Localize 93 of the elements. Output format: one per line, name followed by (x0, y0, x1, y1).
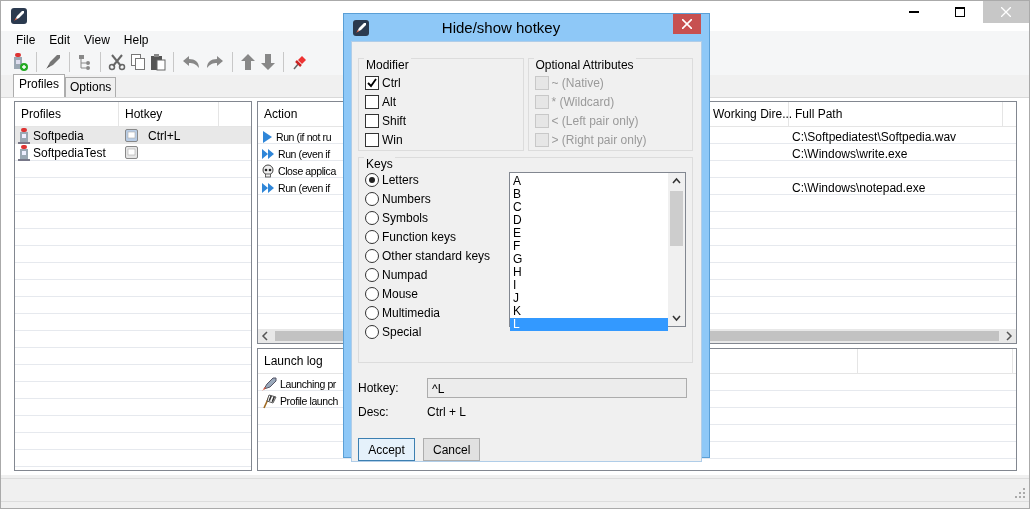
description-text: Ctrl + L (427, 405, 466, 419)
maximize-icon (955, 7, 965, 17)
radio-label[interactable]: Other standard keys (382, 248, 491, 263)
checkbox[interactable]: Alt (365, 92, 517, 111)
double-arrow-icon (261, 180, 275, 195)
minimize-icon (909, 11, 919, 13)
path-text: C:\Softpediatest\Softpedia.wav (792, 129, 957, 144)
radio-button[interactable] (365, 229, 379, 244)
close-icon (682, 19, 692, 29)
list-item[interactable]: I (510, 279, 668, 292)
field-label: Desc: (358, 405, 390, 419)
group-title: Optional Attributes (533, 58, 636, 72)
radio-button[interactable] (365, 191, 379, 206)
double-arrow-icon (261, 146, 275, 161)
profile-name: Softpedia (33, 128, 84, 143)
redo-arrow-icon[interactable] (205, 54, 225, 70)
undo-arrow-icon[interactable] (181, 54, 201, 70)
group-title: Keys (364, 157, 395, 171)
radio-button[interactable] (365, 248, 379, 263)
menu-item[interactable]: Edit (42, 33, 78, 47)
tab[interactable]: Profiles (13, 74, 65, 97)
action-text: Run (if not ru (276, 130, 332, 143)
hotkey-field[interactable]: ^L (427, 378, 687, 398)
radio-button[interactable] (365, 305, 379, 320)
tree-icon[interactable] (77, 53, 93, 71)
action-text: Close applica (278, 164, 336, 177)
skull-icon (261, 163, 275, 178)
tab[interactable]: Options (65, 77, 117, 97)
list-item[interactable]: D (510, 214, 668, 227)
checkbox[interactable]: Win (365, 130, 517, 149)
dialog-button[interactable]: Accept (358, 438, 415, 461)
checkbox[interactable]: Shift (365, 111, 517, 130)
checkered-flag-icon (261, 392, 277, 409)
list-item[interactable]: C (510, 201, 668, 214)
dialog-title: Hide/show hotkey (440, 19, 562, 36)
list-item[interactable]: B (510, 188, 668, 201)
tower-icon (18, 144, 30, 161)
radio-button[interactable] (365, 286, 379, 301)
path-text: C:\Windows\write.exe (792, 146, 908, 161)
radio-label[interactable]: Multimedia (382, 305, 441, 320)
radio-button[interactable] (365, 267, 379, 282)
radio-label[interactable]: Function keys (382, 229, 457, 244)
list-item[interactable]: E (510, 227, 668, 240)
radio-label[interactable]: Mouse (382, 286, 419, 301)
list-item[interactable]: K (510, 305, 668, 318)
table-row[interactable]: Softpedia Ctrl+L (15, 127, 251, 144)
paste-icon[interactable] (150, 53, 166, 71)
up-arrow-icon[interactable] (240, 53, 256, 71)
list-item[interactable]: A (510, 175, 668, 188)
list-item[interactable]: F (510, 240, 668, 253)
dialog-button[interactable]: Cancel (423, 438, 481, 461)
list-item[interactable]: H (510, 266, 668, 279)
vertical-scrollbar[interactable] (668, 173, 685, 326)
menu-item[interactable]: File (9, 33, 43, 47)
radio-button[interactable] (365, 172, 379, 187)
checkbox[interactable]: Ctrl (365, 73, 517, 92)
column-header[interactable]: Full Path (789, 102, 1003, 126)
radio-label[interactable]: Letters (382, 172, 419, 187)
action-text: Run (even if (278, 147, 330, 160)
hotkey-text: Ctrl+L (148, 128, 181, 143)
check-icon (367, 77, 377, 88)
profile-name: SoftpediaTest (33, 145, 106, 160)
table-row[interactable]: SoftpediaTest (15, 144, 251, 161)
scissors-icon[interactable] (108, 53, 126, 71)
close-button[interactable] (673, 14, 701, 34)
radio-label[interactable]: Numbers (382, 191, 431, 206)
list-item[interactable]: J (510, 292, 668, 305)
group-title: Modifier (364, 58, 411, 72)
close-icon (1001, 7, 1011, 17)
column-header[interactable]: Hotkey (119, 102, 219, 126)
log-text: Launching pr (280, 377, 336, 390)
radio-button[interactable] (365, 324, 379, 339)
down-arrow-icon[interactable] (260, 53, 276, 71)
copy-icon[interactable] (130, 53, 146, 71)
radio-label[interactable]: Symbols (382, 210, 428, 225)
column-header[interactable]: Profiles (15, 102, 119, 126)
menu-item[interactable]: Help (116, 33, 156, 47)
resize-grip-icon (1015, 488, 1025, 498)
keycap-icon (125, 146, 138, 159)
keycap-icon (125, 129, 138, 142)
tower-icon (18, 127, 30, 144)
menu-item[interactable]: View (77, 33, 117, 47)
action-text: Run (even if (278, 181, 330, 194)
log-text: Profile launch (280, 394, 339, 407)
path-text: C:\Windows\notepad.exe (792, 180, 926, 195)
radio-label[interactable]: Numpad (382, 267, 428, 282)
play-arrow-icon (261, 129, 273, 144)
pushpin-icon[interactable] (291, 53, 309, 71)
radio-label[interactable]: Special (382, 324, 422, 339)
radio-button[interactable] (365, 210, 379, 225)
list-item[interactable]: G (510, 253, 668, 266)
tower-add-icon[interactable] (11, 52, 29, 72)
field-label: Hotkey: (358, 381, 400, 395)
